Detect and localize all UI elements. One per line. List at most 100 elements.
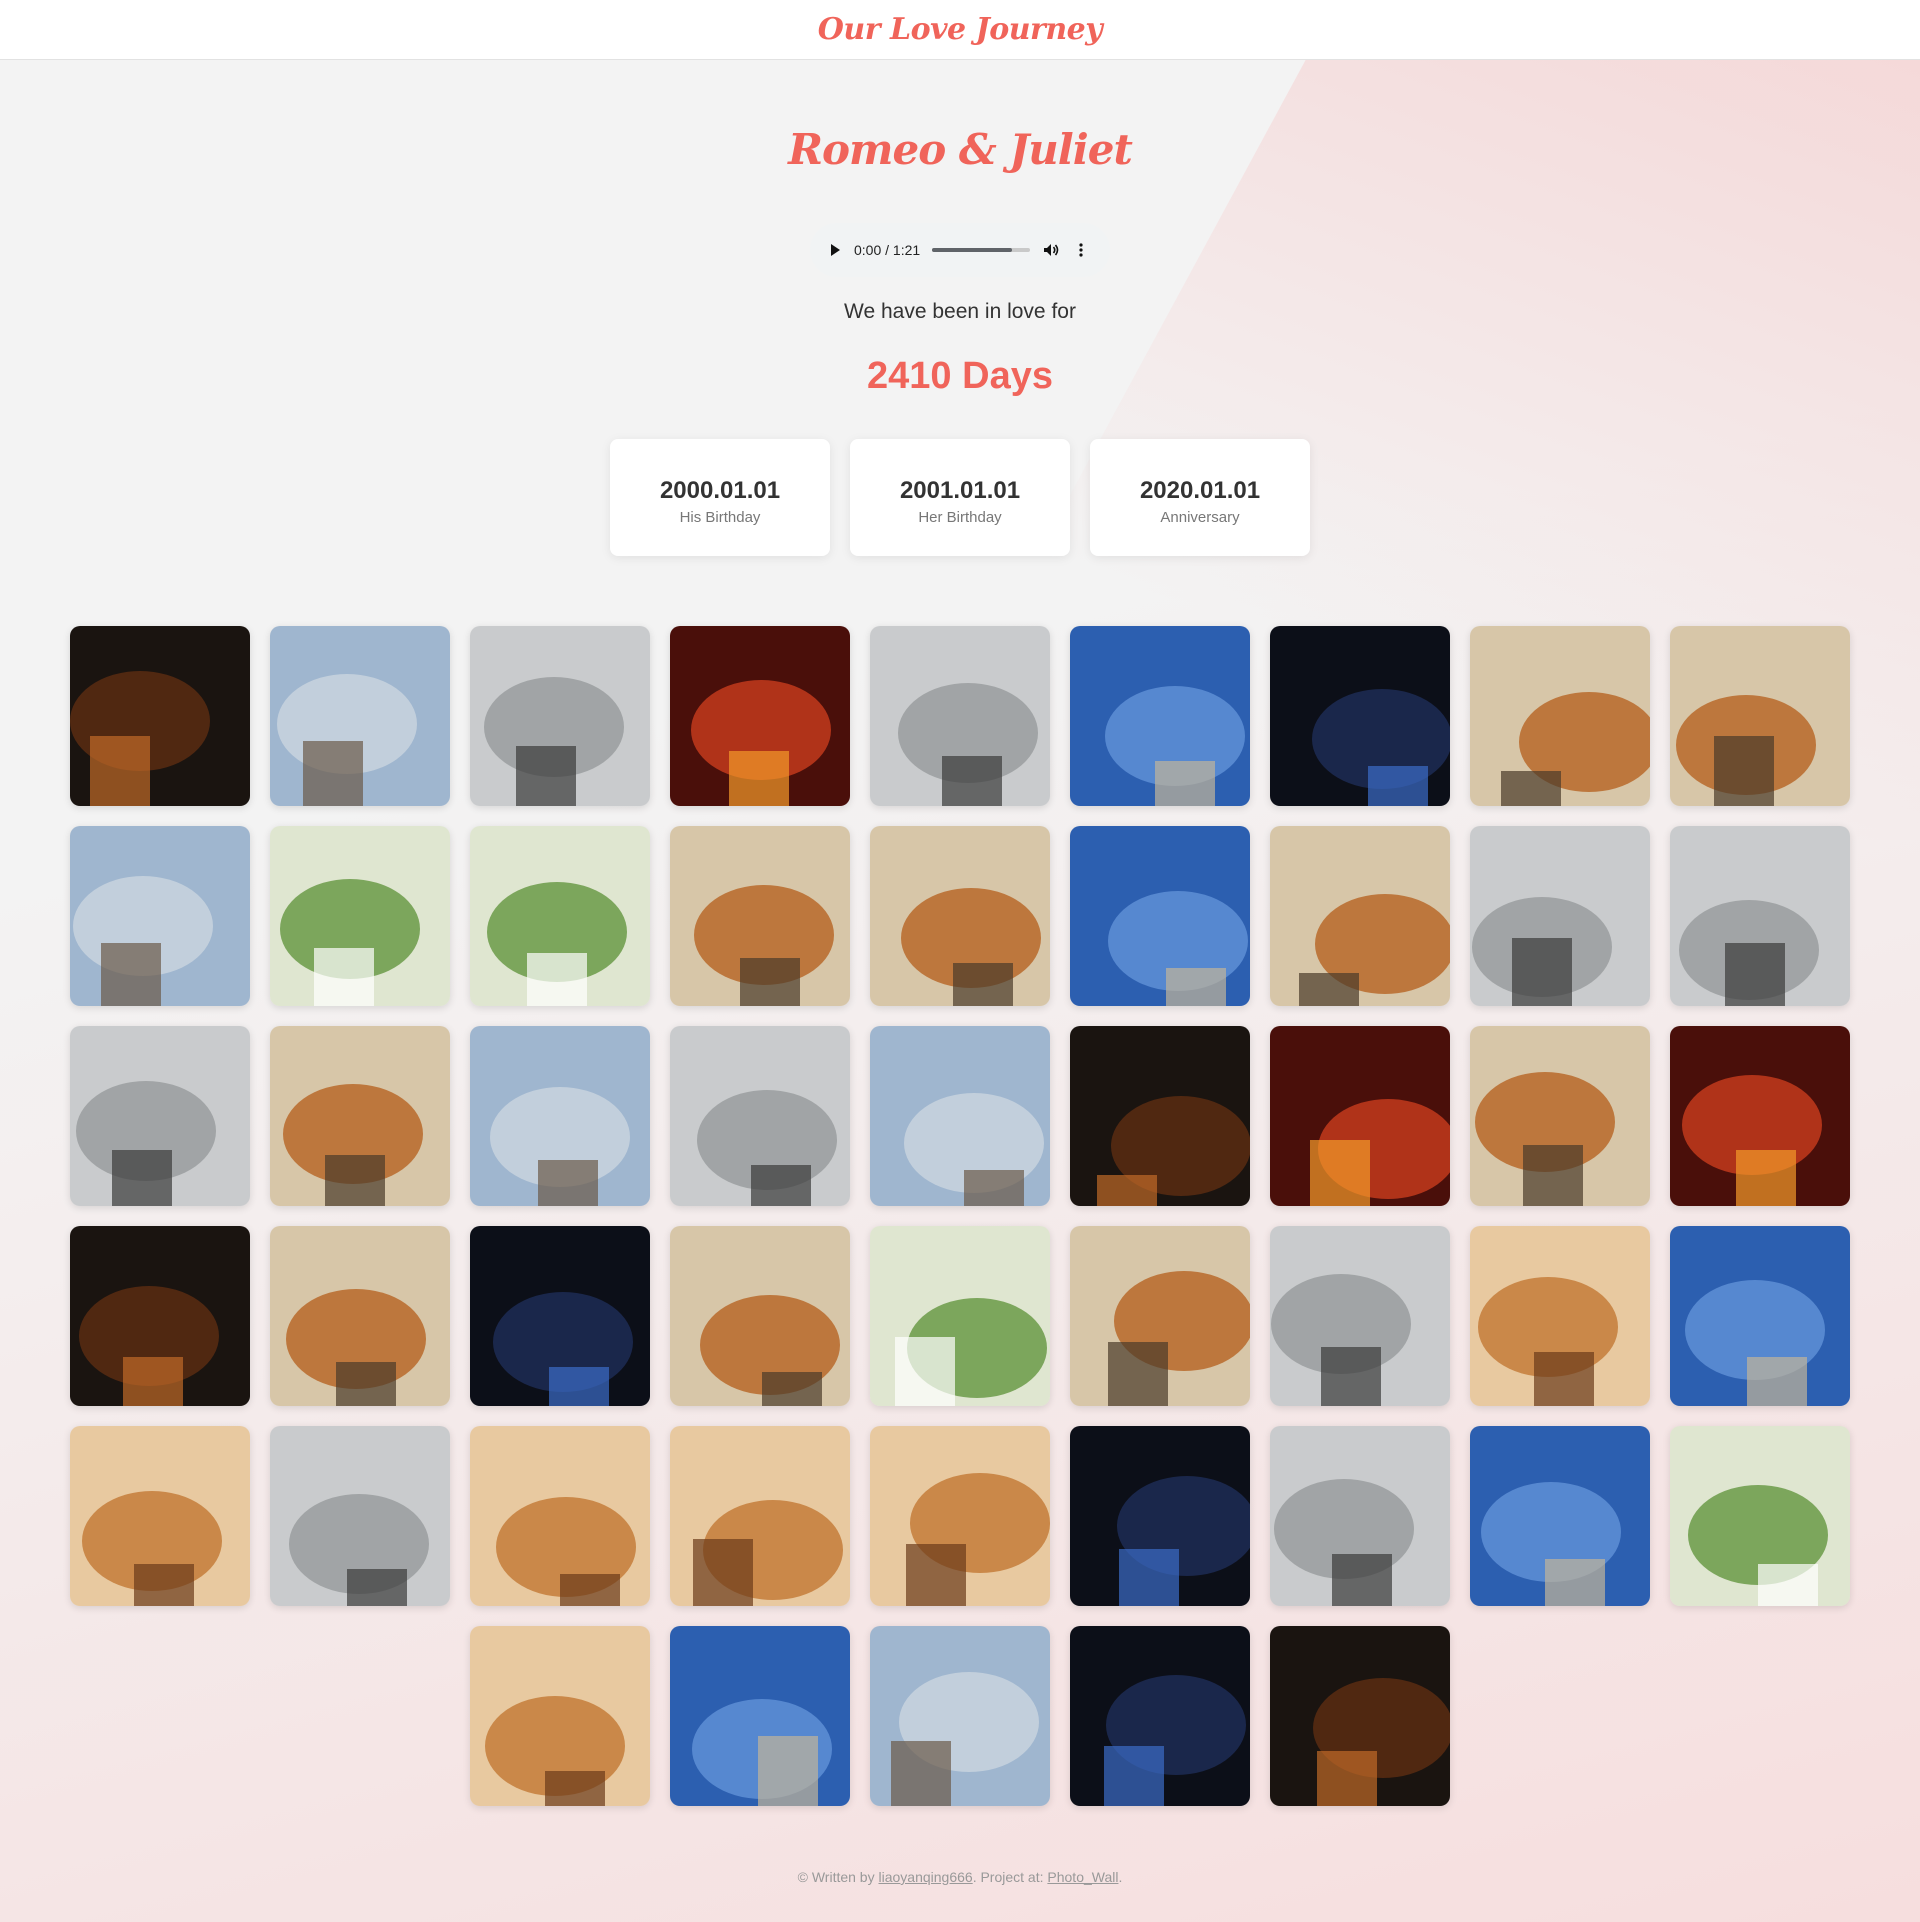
- flambe-sushi-photo[interactable]: [1070, 1026, 1250, 1206]
- brand-title[interactable]: Our Love Journey: [818, 12, 1103, 47]
- photo-image: [70, 626, 250, 806]
- braised-ribs-photo[interactable]: [270, 1026, 450, 1206]
- photo-image: [1270, 1226, 1450, 1406]
- audio-progress-bar[interactable]: [932, 248, 1030, 252]
- photo-image: [1470, 826, 1650, 1006]
- river-evening-photo[interactable]: [1070, 1426, 1250, 1606]
- night-blue-lights-photo[interactable]: [1270, 626, 1450, 806]
- hillside-town-photo[interactable]: [470, 1626, 650, 1806]
- scallops-pan-photo[interactable]: [470, 1226, 650, 1406]
- grilled-fish-plate-photo[interactable]: [1470, 1026, 1650, 1206]
- plaza-colonnade-photo[interactable]: [1070, 626, 1250, 806]
- dumplings-plate-photo[interactable]: [70, 1426, 250, 1606]
- pagoda-night-photo[interactable]: [70, 626, 250, 806]
- beach-city-photo[interactable]: [870, 1626, 1050, 1806]
- photo-image: [1070, 626, 1250, 806]
- photo-image: [1470, 1426, 1650, 1606]
- card-date: 2001.01.01: [899, 477, 1021, 504]
- fried-fish-sauce-photo[interactable]: [670, 826, 850, 1006]
- canton-tower-photo[interactable]: [70, 1026, 250, 1206]
- dessert-seaweed-photo[interactable]: [870, 1426, 1050, 1606]
- project-link[interactable]: Photo_Wall: [1047, 1869, 1118, 1885]
- green-vegetables-photo[interactable]: [470, 826, 650, 1006]
- fried-buns-photo[interactable]: [1270, 1226, 1450, 1406]
- kimchi-bowl-photo[interactable]: [670, 1426, 850, 1606]
- salmon-greens-photo[interactable]: [870, 1226, 1050, 1406]
- audio-progress-fill: [932, 248, 1013, 252]
- card-date: 2000.01.01: [659, 477, 781, 504]
- photo-image: [470, 626, 650, 806]
- photo-image: [1070, 1426, 1250, 1606]
- riverside-skyline-photo[interactable]: [470, 1026, 650, 1206]
- photo-image: [1070, 1626, 1250, 1806]
- chinese-gate-photo[interactable]: [270, 626, 450, 806]
- fried-chicken-photo[interactable]: [1470, 1226, 1650, 1406]
- park-entrance-photo[interactable]: [270, 1426, 450, 1606]
- photo-image: [670, 826, 850, 1006]
- footer: © Written by liaoyanqing666. Project at:…: [0, 1869, 1920, 1885]
- photo-row: [70, 1426, 1850, 1606]
- photo-image: [670, 1026, 850, 1206]
- roast-goose-photo[interactable]: [870, 826, 1050, 1006]
- author-link[interactable]: liaoyanqing666: [878, 1869, 972, 1885]
- photo-image: [470, 1226, 650, 1406]
- tower-bare-trees-photo[interactable]: [470, 626, 650, 806]
- photo-image: [470, 1426, 650, 1606]
- ocean-waves-photo[interactable]: [670, 1626, 850, 1806]
- church-towers-photo[interactable]: [1270, 1426, 1450, 1606]
- photo-image: [1270, 1626, 1450, 1806]
- castle-night-photo[interactable]: [70, 1226, 250, 1406]
- date-card-her-birthday: 2001.01.01 Her Birthday: [850, 439, 1070, 556]
- lantern-ceiling-photo[interactable]: [1670, 1026, 1850, 1206]
- photo-image: [1670, 1026, 1850, 1206]
- card-label: Her Birthday: [918, 509, 1002, 526]
- photo-image: [1270, 1426, 1450, 1606]
- river-skyline-photo[interactable]: [70, 826, 250, 1006]
- card-label: His Birthday: [679, 509, 761, 526]
- photo-image: [270, 1226, 450, 1406]
- shun-de-sign-photo[interactable]: [1670, 826, 1850, 1006]
- date-card-his-birthday: 2000.01.01 His Birthday: [610, 439, 830, 556]
- grilled-oysters-photo[interactable]: [1470, 626, 1650, 806]
- photo-image: [670, 1226, 850, 1406]
- top-bar: Our Love Journey: [0, 0, 1920, 60]
- photo-image: [1470, 626, 1650, 806]
- play-icon[interactable]: [828, 243, 842, 257]
- steak-fries-photo[interactable]: [270, 1226, 450, 1406]
- rock-inscription-photo[interactable]: [1670, 1426, 1850, 1606]
- photo-image: [1670, 626, 1850, 806]
- noodle-soup-photo[interactable]: [1070, 1226, 1250, 1406]
- iced-tea-glass-photo[interactable]: [470, 1426, 650, 1606]
- grilled-fish-sesame-photo[interactable]: [1270, 826, 1450, 1006]
- claypot-dish-photo[interactable]: [1670, 626, 1850, 806]
- card-label: Anniversary: [1160, 509, 1240, 526]
- photo-image: [1470, 1226, 1650, 1406]
- card-date: 2020.01.01: [1139, 477, 1261, 504]
- city-park-lamppost-photo[interactable]: [270, 826, 450, 1006]
- soy-milk-bowl-photo[interactable]: [1470, 826, 1650, 1006]
- sushi-plate-photo[interactable]: [1270, 1026, 1450, 1206]
- photo-image: [1670, 826, 1850, 1006]
- photo-image: [670, 1426, 850, 1606]
- museum-building-photo[interactable]: [1670, 1226, 1850, 1406]
- photo-image: [1470, 1026, 1650, 1206]
- river-night-photo[interactable]: [1070, 1626, 1250, 1806]
- disneyland-gate-photo[interactable]: [1270, 1626, 1450, 1806]
- old-street-photo[interactable]: [670, 1026, 850, 1206]
- more-options-icon[interactable]: [1072, 241, 1090, 259]
- photo-image: [1070, 826, 1250, 1006]
- autumn-lake-photo[interactable]: [1070, 826, 1250, 1006]
- blue-sky-night-photo[interactable]: [1470, 1426, 1650, 1606]
- creamy-soup-photo[interactable]: [670, 1226, 850, 1406]
- plane-over-trees-photo[interactable]: [870, 1026, 1050, 1206]
- ornate-gate-lanterns-photo[interactable]: [670, 626, 850, 806]
- photo-image: [270, 826, 450, 1006]
- lake-city-photo[interactable]: [870, 626, 1050, 806]
- audio-player[interactable]: 0:00 / 1:21: [810, 223, 1110, 277]
- volume-icon[interactable]: [1042, 241, 1060, 259]
- photo-row: [70, 826, 1850, 1006]
- love-duration-intro: We have been in love for: [844, 300, 1076, 323]
- photo-image: [270, 1426, 450, 1606]
- photo-image: [70, 1026, 250, 1206]
- photo-image: [1270, 1026, 1450, 1206]
